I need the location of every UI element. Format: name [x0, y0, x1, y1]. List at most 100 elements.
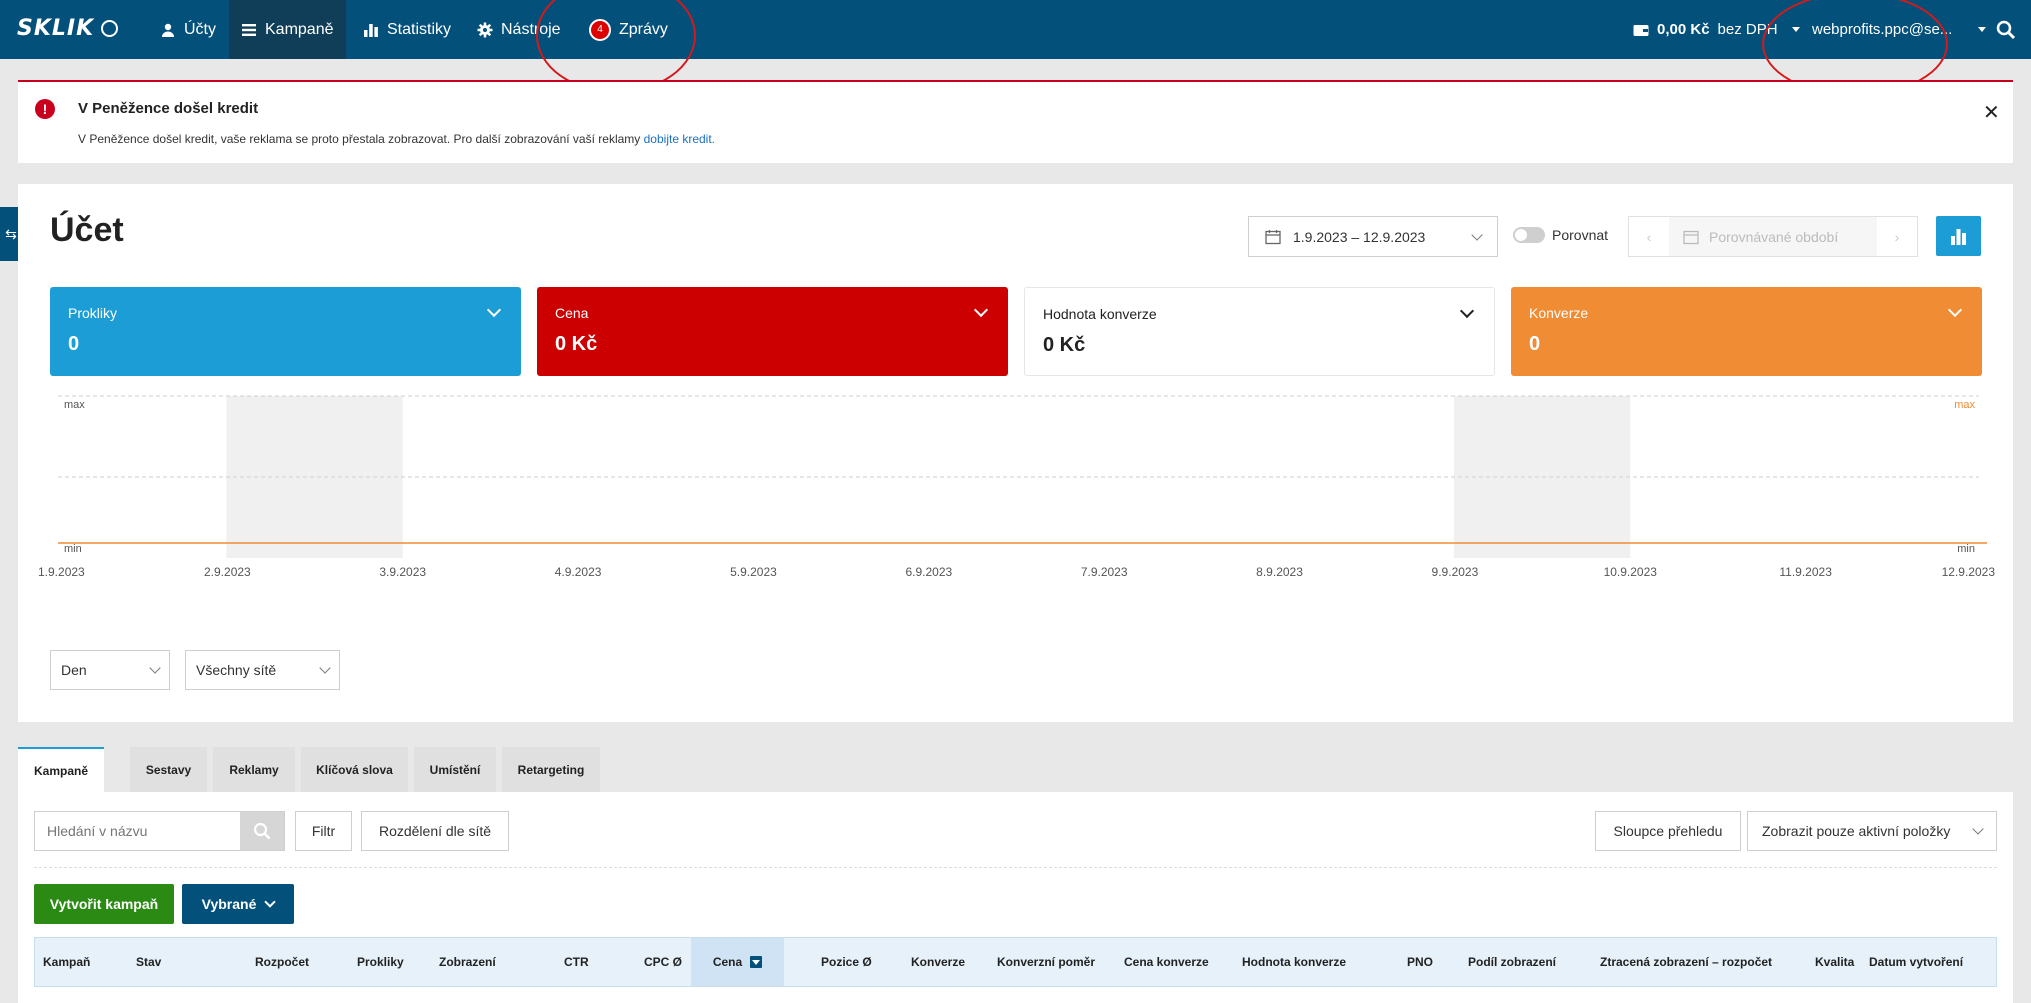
nav-item-nastroje[interactable]: Nástroje	[465, 0, 573, 59]
column-header-sorted[interactable]: Cena	[691, 938, 784, 986]
date-range-picker[interactable]: 1.9.2023 – 12.9.2023	[1248, 216, 1498, 257]
account-panel: Účet 1.9.2023 – 12.9.2023 Porovnat ‹ Por…	[18, 184, 2013, 722]
y-axis-label-max-left: max	[64, 399, 85, 411]
kpi-value: 0 Kč	[1043, 334, 1086, 356]
sort-desc-icon	[750, 956, 763, 968]
user-icon	[162, 23, 174, 37]
nav-item-zpravy[interactable]: 4 Zprávy	[577, 0, 680, 59]
performance-chart: max min max min 1.9.2023 2.9.2023 3.9.2023 4.9.…	[38, 395, 1995, 579]
compare-period-picker: ‹ Porovnávané období ›	[1628, 216, 1918, 257]
y-axis-label-min-left: min	[64, 543, 82, 555]
granularity-value: Den	[61, 662, 87, 678]
split-by-network-button[interactable]: Rozdělení dle sítě	[361, 811, 509, 851]
chevron-down-icon	[319, 662, 331, 674]
user-email: webprofits.ppc@se...	[1812, 21, 1953, 38]
search-button[interactable]	[240, 812, 284, 850]
create-campaign-button[interactable]: Vytvořit kampaň	[34, 884, 174, 924]
chevron-down-icon	[1972, 823, 1984, 835]
list-icon	[242, 23, 256, 36]
caret-down-icon	[1791, 27, 1800, 32]
column-header[interactable]: Cena konverze	[1124, 938, 1209, 986]
column-header[interactable]: Datum vytvoření	[1869, 938, 1963, 986]
kpi-card-konverze[interactable]: Konverze 0	[1511, 287, 1982, 376]
active-items-value: Zobrazit pouze aktivní položky	[1762, 823, 1951, 839]
tab-umisteni[interactable]: Umístění	[414, 747, 496, 792]
kpi-value: 0 Kč	[555, 333, 598, 355]
granularity-select[interactable]: Den	[50, 650, 170, 690]
x-tick-label: 3.9.2023	[379, 565, 426, 579]
network-select[interactable]: Všechny sítě	[185, 650, 340, 690]
nav-item-statistiky[interactable]: Statistiky	[351, 0, 463, 59]
page-title: Účet	[50, 211, 124, 249]
nav-item-label: Zprávy	[619, 20, 668, 38]
kpi-card-cena[interactable]: Cena 0 Kč	[537, 287, 1008, 376]
kpi-card-hodnota-konverze[interactable]: Hodnota konverze 0 Kč	[1024, 287, 1495, 376]
active-items-select[interactable]: Zobrazit pouze aktivní položky	[1747, 811, 1997, 851]
column-header[interactable]: Kampaň	[43, 938, 90, 986]
chevron-right-icon[interactable]: ›	[1877, 229, 1917, 245]
tab-klicova-slova[interactable]: Klíčová slova	[301, 747, 408, 792]
kpi-label: Hodnota konverze	[1043, 306, 1157, 322]
columns-button[interactable]: Sloupce přehledu	[1595, 811, 1741, 851]
column-header-label: Cena	[712, 955, 743, 969]
credit-suffix: bez DPH	[1717, 21, 1778, 38]
nav-item-label: Nástroje	[501, 20, 561, 38]
compare-label: Porovnat	[1552, 227, 1609, 243]
date-range-value: 1.9.2023 – 12.9.2023	[1293, 228, 1426, 245]
table-header: Kampaň Stav Rozpočet Prokliky Zobrazení …	[34, 937, 1997, 987]
column-header[interactable]: Rozpočet	[255, 938, 309, 986]
kpi-card-prokliky[interactable]: Prokliky 0	[50, 287, 521, 376]
selected-actions-button[interactable]: Vybrané	[182, 884, 294, 924]
chevron-down-icon	[1471, 228, 1483, 241]
alert-title: V Peněžence došel kredit	[78, 100, 259, 117]
x-tick-label: 9.9.2023	[1432, 565, 1479, 579]
tab-retargeting[interactable]: Retargeting	[502, 747, 600, 792]
nav-item-kampane[interactable]: Kampaně	[229, 0, 346, 59]
nav-item-ucty[interactable]: Účty	[148, 0, 228, 59]
nav-item-label: Kampaně	[265, 20, 334, 38]
error-icon: !	[35, 99, 55, 119]
compare-period-field[interactable]: Porovnávané období	[1669, 217, 1877, 256]
column-header[interactable]: Konverzní poměr	[997, 938, 1095, 986]
search-icon	[253, 822, 271, 840]
network-value: Všechny sítě	[196, 662, 277, 678]
close-icon[interactable]: ✕	[1983, 100, 2000, 125]
x-tick-label: 5.9.2023	[730, 565, 777, 579]
x-tick-label: 2.9.2023	[204, 565, 251, 579]
column-header[interactable]: Kvalita	[1815, 938, 1854, 986]
filter-button[interactable]: Filtr	[295, 811, 352, 851]
column-header[interactable]: PNO	[1407, 938, 1433, 986]
x-tick-label: 11.9.2023	[1779, 565, 1832, 579]
column-header[interactable]: Pozice Ø	[821, 938, 872, 986]
wallet-credit[interactable]: 0,00 Kč bez DPH	[1633, 0, 1800, 59]
search-icon[interactable]	[1996, 20, 2016, 40]
tab-sestavy[interactable]: Sestavy	[130, 747, 207, 792]
user-menu[interactable]: webprofits.ppc@se...	[1812, 0, 1987, 59]
x-tick-label: 8.9.2023	[1256, 565, 1303, 579]
column-header[interactable]: CTR	[564, 938, 589, 986]
calendar-icon	[1683, 230, 1699, 244]
column-header[interactable]: Hodnota konverze	[1242, 938, 1346, 986]
gear-icon	[477, 22, 493, 37]
chart-view-button[interactable]	[1936, 216, 1981, 256]
calendar-icon	[1265, 229, 1281, 244]
column-header[interactable]: Ztracená zobrazení – rozpočet	[1600, 938, 1772, 986]
x-tick-label: 4.9.2023	[555, 565, 602, 579]
column-header[interactable]: Prokliky	[357, 938, 404, 986]
top-up-credit-link[interactable]: dobijte kredit.	[644, 132, 715, 146]
alert-body: V Peněžence došel kredit, vaše reklama s…	[78, 132, 641, 146]
column-header[interactable]: Podíl zobrazení	[1468, 938, 1556, 986]
sklik-logo-mark-icon	[101, 20, 118, 37]
tab-kampane[interactable]: Kampaně	[18, 747, 104, 792]
column-header[interactable]: CPC Ø	[644, 938, 682, 986]
tab-reklamy[interactable]: Reklamy	[213, 747, 295, 792]
column-header[interactable]: Stav	[136, 938, 161, 986]
chevron-down-icon	[264, 896, 277, 908]
chevron-left-icon[interactable]: ‹	[1629, 229, 1669, 245]
sklik-logo[interactable]: SKLIK	[17, 16, 94, 41]
column-header[interactable]: Konverze	[911, 938, 965, 986]
kpi-label: Konverze	[1529, 305, 1589, 321]
search-input[interactable]	[35, 812, 240, 850]
compare-toggle[interactable]	[1513, 227, 1545, 243]
column-header[interactable]: Zobrazení	[439, 938, 496, 986]
